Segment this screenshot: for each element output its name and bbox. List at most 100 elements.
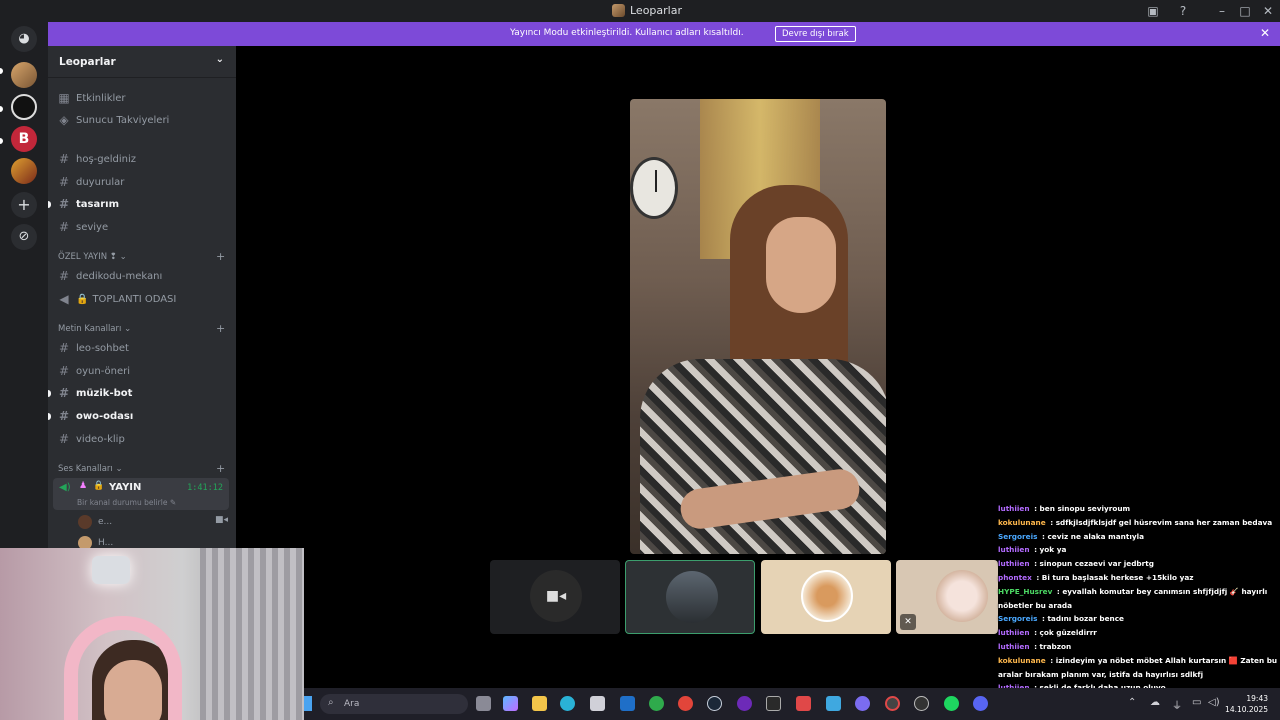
channel-video-klip[interactable]: # video-klip	[56, 429, 228, 449]
chat-message: phontex : Bi tura başlasak herkese +15ki…	[998, 571, 1280, 585]
chat-username: luthiien	[998, 628, 1030, 638]
discord-home-icon[interactable]: ◕	[11, 26, 37, 52]
channel-muzik-bot[interactable]: # müzik-bot	[56, 383, 228, 403]
channel-label: tasarım	[76, 198, 120, 210]
channel-dedikodu-mekani[interactable]: # dedikodu-mekanı	[56, 266, 228, 286]
hash-icon: #	[58, 152, 70, 166]
category-ses-kanallari[interactable]: Ses Kanalları ⌄	[58, 464, 123, 474]
chat-username: HYPE_Husrev	[998, 586, 1053, 596]
channel-owo-odasi[interactable]: # owo-odası	[56, 406, 228, 426]
channel-oyun-oneri[interactable]: # oyun-öneri	[56, 361, 228, 381]
add-channel-icon[interactable]: +	[216, 322, 225, 335]
participant-tile[interactable]: ✕	[896, 560, 998, 634]
chevron-down-icon: ⌄	[215, 54, 224, 65]
chevron-up-icon[interactable]: ⌃	[1128, 697, 1136, 708]
task-view-icon[interactable]	[476, 696, 491, 711]
discord-taskbar-icon[interactable]	[973, 696, 988, 711]
participant-tile-selected[interactable]	[625, 560, 755, 634]
hash-icon: #	[58, 364, 70, 378]
minimize-button[interactable]: –	[1214, 3, 1230, 19]
unread-server-pip	[0, 106, 3, 112]
avatar	[666, 571, 718, 623]
server-3-icon[interactable]: B	[11, 126, 37, 152]
voice-channel-timer: 1:41:12	[187, 483, 223, 493]
windows-start-icon[interactable]	[304, 696, 312, 711]
voice-user[interactable]: H...	[78, 536, 113, 548]
channel-seviye[interactable]: # seviye	[56, 217, 228, 237]
discover-icon[interactable]: ⊘	[11, 224, 37, 250]
spotify-icon[interactable]	[944, 696, 959, 711]
clock-date: 14.10.2025	[1225, 705, 1268, 714]
voice-user[interactable]: e... ■◂	[78, 515, 228, 529]
close-window-button[interactable]: ✕	[1260, 3, 1276, 19]
sidebar-item-events[interactable]: ▦ Etkinlikler	[56, 88, 228, 108]
chat-separator: :	[1031, 545, 1040, 555]
lock-icon: 🔒	[76, 293, 89, 305]
store-icon[interactable]	[590, 696, 605, 711]
disable-streamer-mode-button[interactable]: Devre dışı bırak	[775, 26, 856, 42]
app-gray-icon[interactable]	[914, 696, 929, 711]
steam-icon[interactable]	[707, 696, 722, 711]
microphone-icon[interactable]: ⏚	[1172, 697, 1182, 712]
inbox-icon[interactable]: ▣	[1145, 3, 1161, 19]
app-violet-icon[interactable]	[855, 696, 870, 711]
main-video-stream[interactable]	[630, 99, 886, 554]
copilot-icon[interactable]	[503, 696, 518, 711]
app-red-icon[interactable]	[796, 696, 811, 711]
unread-indicator	[48, 201, 51, 208]
unread-server-pip	[0, 138, 3, 144]
channel-duyurular[interactable]: # duyurular	[56, 172, 228, 192]
app-green-icon[interactable]	[649, 696, 664, 711]
sidebar-item-boosts[interactable]: ◈ Sunucu Takviyeleri	[56, 110, 228, 130]
network-icon[interactable]: ▭	[1192, 697, 1201, 708]
channel-leo-sohbet[interactable]: # leo-sohbet	[56, 338, 228, 358]
channel-status[interactable]: Bir kanal durumu belirle ✎	[77, 498, 176, 507]
server-leoparlar-icon[interactable]	[11, 62, 37, 88]
add-channel-icon[interactable]: +	[216, 462, 225, 475]
channel-toplanti-odasi[interactable]: ◀ 🔒 TOPLANTI ODASI	[56, 289, 228, 309]
category-metin-kanallari[interactable]: Metin Kanalları ⌄	[58, 324, 131, 334]
participant-tile[interactable]: ■◂	[490, 560, 620, 634]
hash-icon: #	[58, 386, 70, 400]
category-ozel-yayin[interactable]: ÖZEL YAYIN ❢ ⌄	[58, 252, 127, 262]
chat-message: kokulunane : sdfkjlsdjfklsjdf gel hüsrev…	[998, 516, 1280, 530]
avatar	[78, 536, 92, 548]
help-icon[interactable]: ?	[1175, 3, 1191, 19]
app-blue-icon[interactable]	[826, 696, 841, 711]
channel-tasarim[interactable]: # tasarım	[56, 194, 228, 214]
chat-message: luthiien : ben sinopu seviyroum	[998, 502, 1280, 516]
file-explorer-icon[interactable]	[532, 696, 547, 711]
obs-icon[interactable]	[885, 696, 900, 711]
guild-header[interactable]: Leoparlar ⌄	[48, 46, 236, 78]
hash-icon: #	[58, 409, 70, 423]
channel-hos-geldiniz[interactable]: # hoş-geldiniz	[56, 149, 228, 169]
participant-tile[interactable]	[761, 560, 891, 634]
taskbar-clock[interactable]: 19:43 14.10.2025	[1225, 693, 1268, 715]
category-label: Metin Kanalları	[58, 324, 122, 334]
category-label: ÖZEL YAYIN	[58, 252, 108, 262]
chrome-icon[interactable]	[678, 696, 693, 711]
add-server-icon[interactable]: +	[11, 192, 37, 218]
sidebar-item-label: Etkinlikler	[76, 92, 126, 104]
volume-icon[interactable]: ◁)	[1208, 697, 1220, 708]
add-channel-icon[interactable]: +	[216, 250, 225, 263]
server-2-icon[interactable]	[11, 94, 37, 120]
chat-username: kokulunane	[998, 655, 1046, 665]
close-icon[interactable]: ✕	[1260, 26, 1270, 40]
server-4-icon[interactable]	[11, 158, 37, 184]
voice-channel-yayin[interactable]: ◀) ♟ 🔒 YAYIN 1:41:12 Bir kanal durumu be…	[53, 478, 229, 510]
channel-label: video-klip	[76, 433, 125, 445]
channel-label: owo-odası	[76, 410, 134, 422]
edge-icon[interactable]	[560, 696, 575, 711]
taskbar-search[interactable]: ⌕ Ara	[320, 694, 468, 714]
epic-games-icon[interactable]	[766, 696, 781, 711]
channel-label: müzik-bot	[76, 387, 133, 399]
webcam-overlay	[0, 548, 304, 720]
webcam-lamp	[92, 556, 130, 584]
app-purple-icon[interactable]	[737, 696, 752, 711]
chevron-down-icon: ⌄	[115, 464, 123, 474]
maximize-button[interactable]: □	[1237, 3, 1253, 19]
cloud-icon[interactable]: ☁	[1150, 697, 1160, 708]
hash-icon: #	[58, 269, 70, 283]
outlook-icon[interactable]	[620, 696, 635, 711]
